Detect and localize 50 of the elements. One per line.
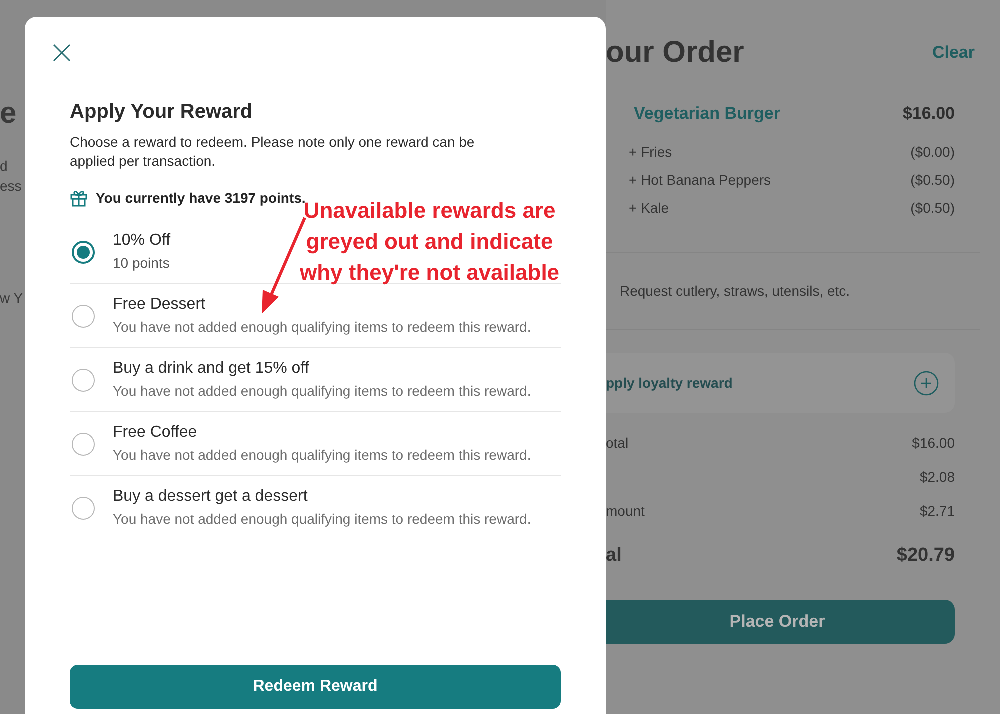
reward-name: Buy a dessert get a dessert: [113, 488, 309, 506]
gift-icon: [70, 189, 88, 207]
reward-detail: You have not added enough qualifying items to redeem this reward.: [113, 446, 532, 465]
reward-name: Free Dessert: [113, 296, 206, 314]
total-value: $2.08: [920, 469, 955, 485]
annotation-text: greyed out and indicate: [306, 228, 554, 256]
total-value: $16.00: [912, 435, 955, 451]
page-text: w Y: [0, 290, 24, 306]
item-price: $16.00: [903, 104, 955, 124]
modifier-name: + Fries: [629, 144, 672, 160]
reward-detail: 10 points: [113, 254, 171, 273]
points-balance: You currently have 3197 points.: [96, 190, 306, 206]
total-label: mount: [606, 503, 645, 519]
modifier-price: ($0.00): [910, 144, 955, 160]
radio-button[interactable]: [72, 433, 95, 456]
page-text: d: [0, 158, 9, 175]
close-button[interactable]: [52, 43, 72, 63]
total-label: otal: [606, 435, 629, 451]
item-name[interactable]: Vegetarian Burger: [634, 104, 780, 124]
reward-name: Free Coffee: [113, 424, 198, 442]
radio-button[interactable]: [72, 369, 95, 392]
loyalty-label: pply loyalty reward: [606, 375, 733, 391]
note-text[interactable]: Request cutlery, straws, utensils, etc.: [620, 283, 850, 299]
modifier-price: ($0.50): [910, 172, 955, 188]
modifier-name: + Hot Banana Peppers: [629, 172, 772, 188]
page-text: ess: [0, 178, 23, 195]
clear-link[interactable]: Clear: [932, 43, 975, 63]
grand-total-value: $20.79: [896, 545, 955, 567]
total-value: $2.71: [920, 503, 955, 519]
reward-detail: You have not added enough qualifying items to redeem this reward.: [113, 382, 532, 401]
radio-button[interactable]: [72, 305, 95, 328]
order-title: our Order: [606, 36, 744, 70]
reward-name: 10% Off: [113, 232, 171, 250]
dialog-title: Apply Your Reward: [70, 101, 254, 124]
reward-detail: You have not added enough qualifying items to redeem this reward.: [113, 510, 532, 529]
radio-button[interactable]: [72, 241, 95, 264]
redeem-button[interactable]: Redeem Reward: [70, 665, 561, 709]
loyalty-reward-bar[interactable]: pply loyalty reward: [606, 353, 955, 413]
page-text: e: [0, 96, 18, 132]
annotation-text: why they're not available: [300, 259, 560, 287]
grand-total-label: al: [606, 545, 622, 567]
modifier-name: + Kale: [629, 200, 670, 216]
dialog-description: Choose a reward to redeem. Please note only one reward can be applied per transaction.: [70, 133, 476, 171]
modifier-price: ($0.50): [910, 200, 955, 216]
plus-circle-icon: [914, 370, 939, 396]
reward-name: Buy a drink and get 15% off: [113, 360, 310, 378]
place-order-button[interactable]: Place Order: [606, 600, 955, 644]
reward-detail: You have not added enough qualifying items to redeem this reward.: [113, 318, 532, 337]
annotation-text: Unavailable rewards are: [304, 198, 556, 225]
radio-button[interactable]: [72, 497, 95, 520]
